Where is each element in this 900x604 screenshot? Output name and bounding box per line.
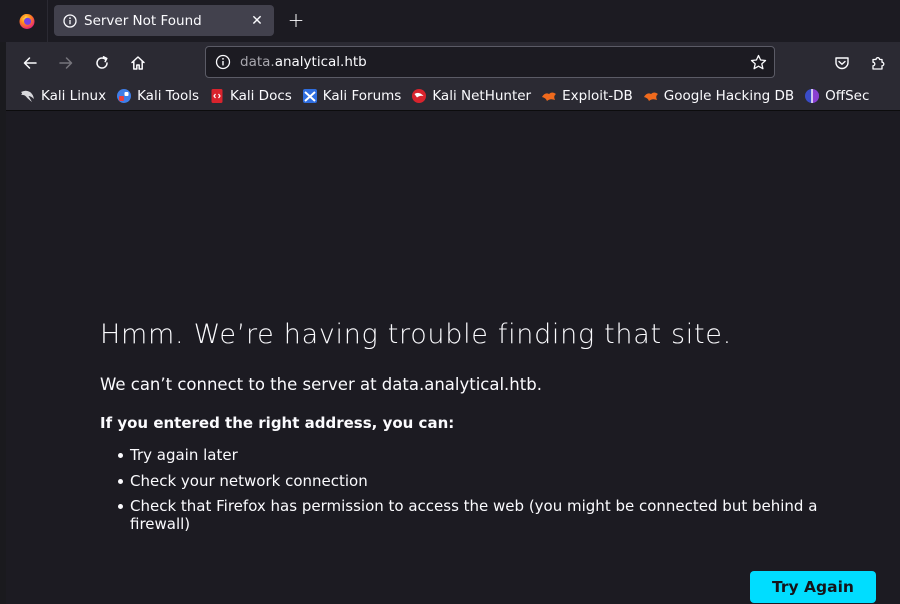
site-info-icon[interactable] [215, 54, 231, 70]
home-icon [131, 56, 145, 70]
tab-title: Server Not Found [84, 12, 202, 29]
kali-tools-icon [116, 88, 132, 104]
google-hacking-db-icon [643, 88, 659, 104]
bookmark-label: OffSec [825, 88, 870, 104]
list-item: Check your network connection [118, 472, 838, 490]
url-subdomain: data. [240, 54, 275, 70]
bookmark-kali-docs[interactable]: Kali Docs [206, 84, 295, 108]
puzzle-piece-icon [872, 57, 885, 70]
url-text[interactable]: data.analytical.htb [240, 54, 748, 70]
home-button[interactable] [124, 49, 152, 77]
new-tab-button[interactable]: + [282, 6, 310, 34]
kali-dragon-icon [20, 88, 36, 104]
kali-forums-icon [302, 88, 318, 104]
error-suggestions-list: Try again later Check your network conne… [118, 446, 838, 541]
close-icon[interactable]: ✕ [248, 12, 266, 30]
url-bar[interactable]: data.analytical.htb [205, 46, 775, 78]
forward-arrow-icon [59, 57, 73, 69]
reload-button[interactable] [88, 49, 116, 77]
offsec-icon [804, 88, 820, 104]
bookmark-kali-forums[interactable]: Kali Forums [299, 84, 405, 108]
bookmark-label: Kali Tools [137, 88, 199, 104]
bookmark-label: Kali Linux [41, 88, 107, 104]
bookmarks-toolbar: Kali Linux Kali Tools Kali Docs Kali For… [6, 82, 900, 111]
navigation-toolbar: data.analytical.htb [6, 42, 900, 82]
bookmark-label: Google Hacking DB [663, 88, 795, 104]
info-icon [63, 13, 77, 28]
bookmark-kali-tools[interactable]: Kali Tools [113, 84, 202, 108]
bookmark-kali-nethunter[interactable]: Kali NetHunter [408, 84, 534, 108]
kali-docs-icon [209, 88, 225, 104]
exploit-db-icon [541, 88, 557, 104]
bookmark-offsec[interactable]: OffSec [801, 84, 872, 108]
bookmark-kali-linux[interactable]: Kali Linux [17, 84, 109, 108]
reload-icon [96, 56, 108, 69]
bookmark-exploit-db[interactable]: Exploit-DB [538, 84, 636, 108]
bookmark-star-icon[interactable] [748, 52, 768, 72]
list-item: Try again later [118, 446, 838, 464]
back-button[interactable] [16, 49, 44, 77]
bookmark-label: Kali Docs [230, 88, 292, 104]
url-domain: analytical.htb [274, 54, 367, 70]
bookmark-google-hacking-db[interactable]: Google Hacking DB [640, 84, 797, 108]
kali-nethunter-icon [411, 88, 427, 104]
error-description: We can’t connect to the server at data.a… [100, 375, 542, 394]
browser-window: Server Not Found ✕ + data.analytical.htb… [0, 0, 900, 604]
error-title: Hmm. We’re having trouble finding that s… [100, 319, 732, 350]
try-again-button[interactable]: Try Again [750, 571, 876, 603]
bookmark-label: Kali Forums [322, 88, 402, 104]
tab-server-not-found[interactable]: Server Not Found ✕ [54, 5, 274, 36]
tab-strip: Server Not Found ✕ + [0, 0, 900, 42]
extensions-button[interactable] [864, 49, 892, 77]
back-arrow-icon [23, 57, 37, 69]
bookmark-label: Kali NetHunter [432, 88, 532, 104]
pocket-icon [835, 57, 849, 70]
error-page: Hmm. We’re having trouble finding that s… [6, 111, 900, 604]
list-item: Check that Firefox has permission to acc… [118, 497, 838, 533]
error-suggestions-heading: If you entered the right address, you ca… [100, 414, 455, 432]
pocket-button[interactable] [828, 49, 856, 77]
firefox-icon [19, 13, 34, 29]
bookmark-label: Exploit-DB [562, 88, 633, 104]
firefox-view-button[interactable] [6, 0, 48, 42]
forward-button[interactable] [52, 49, 80, 77]
